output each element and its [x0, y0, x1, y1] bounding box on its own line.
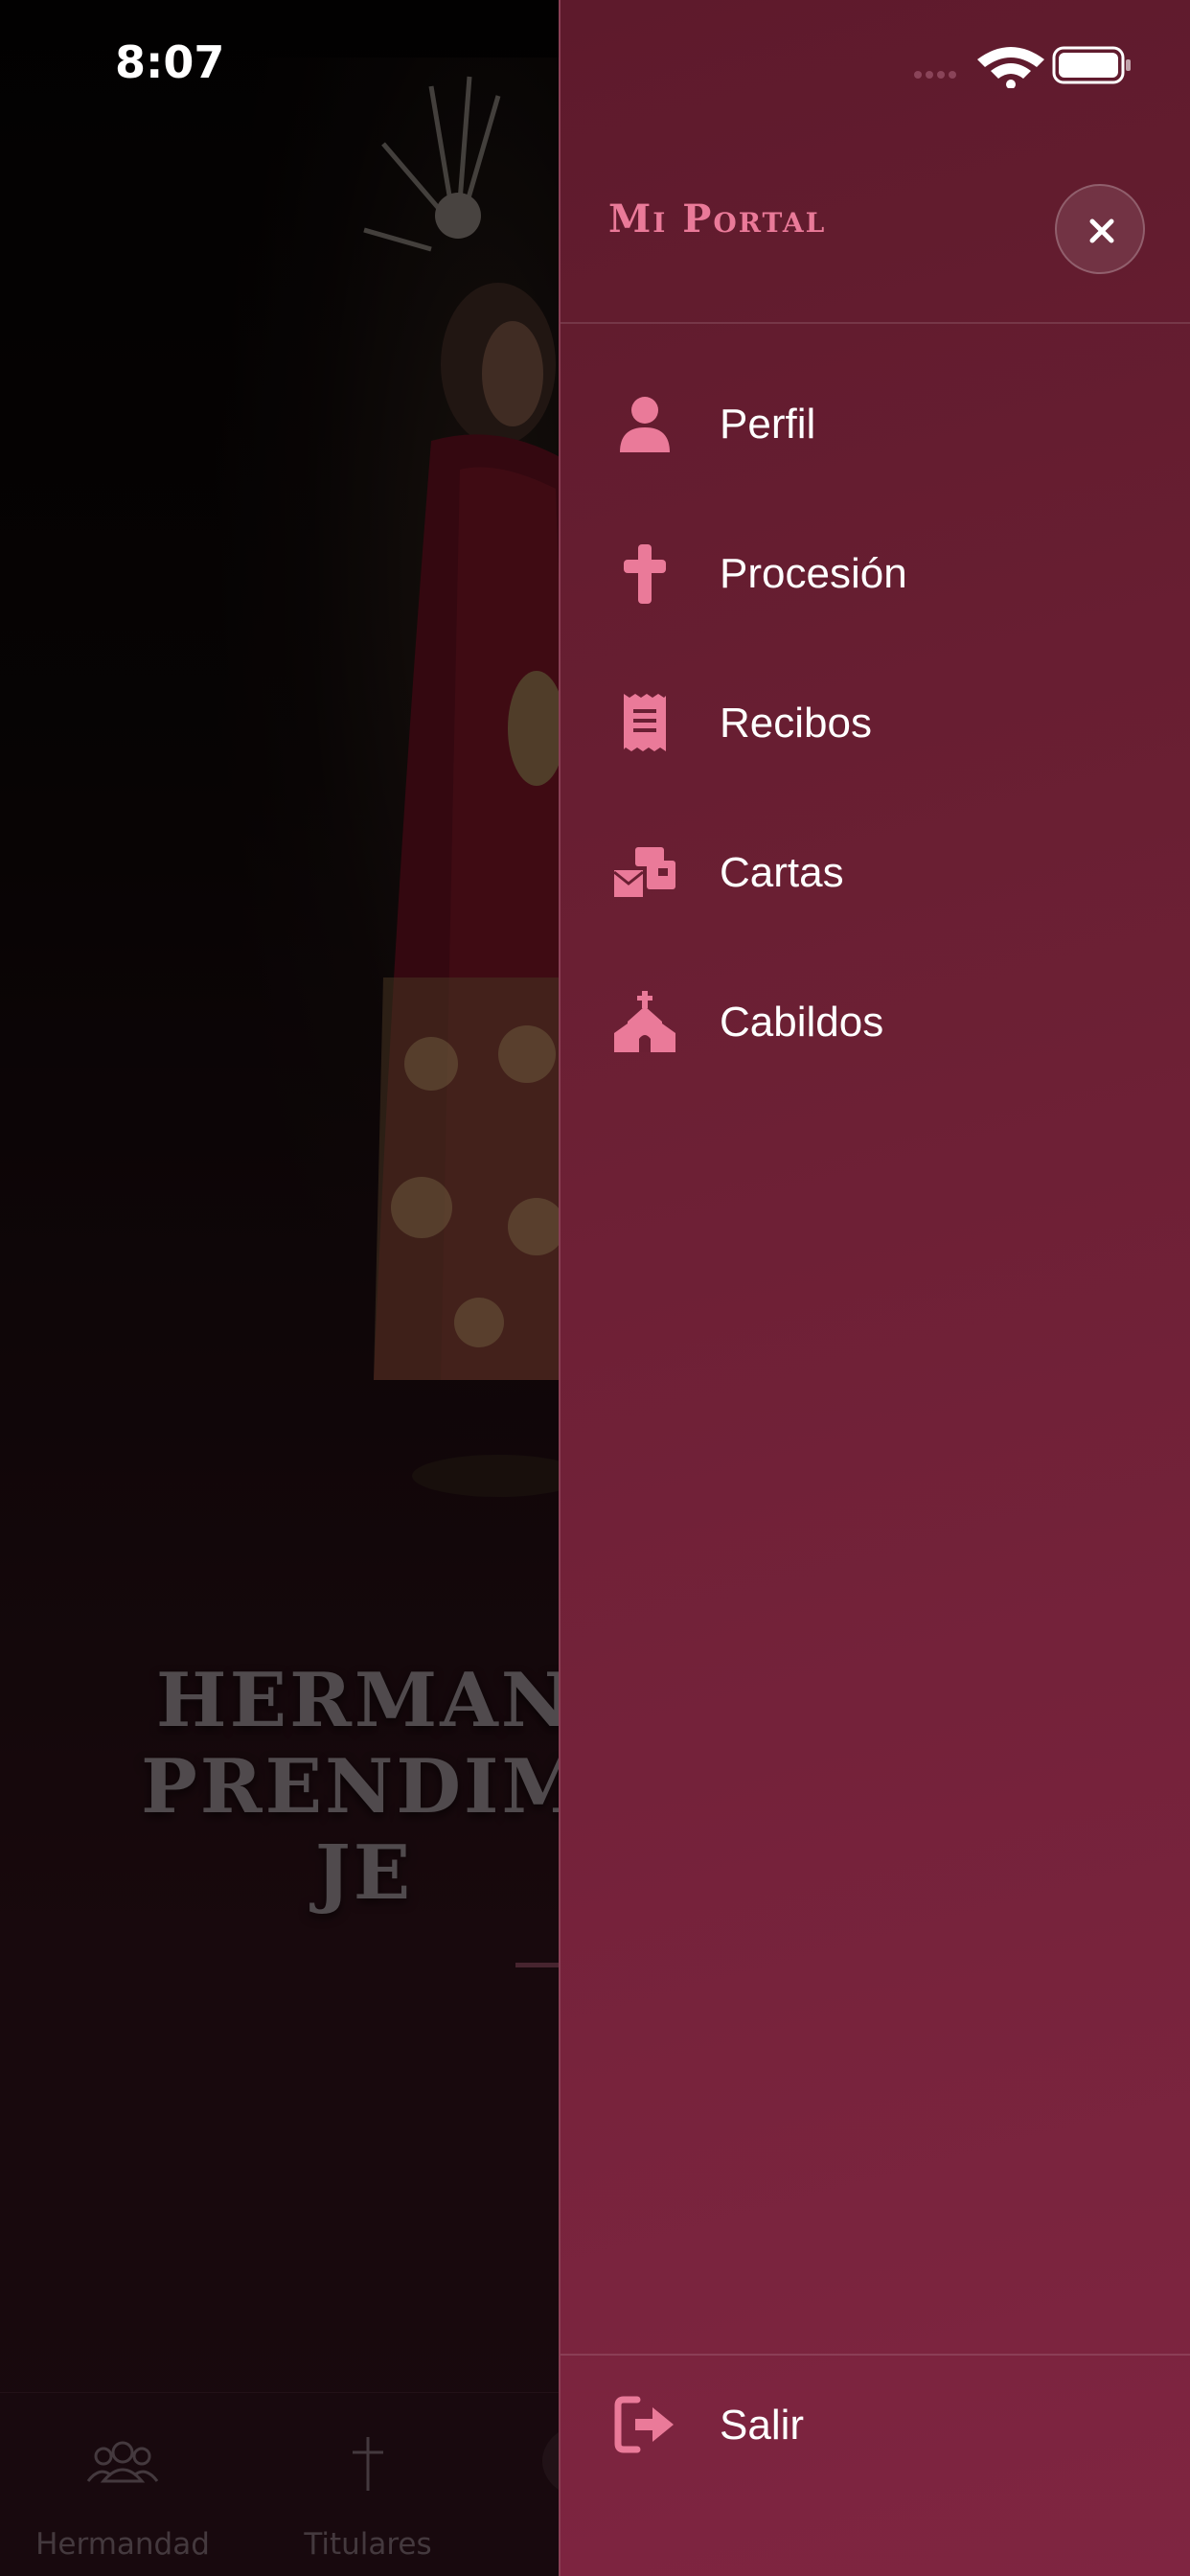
menu-item-label: Recibos — [720, 700, 872, 747]
menu-item-label: Cartas — [720, 849, 844, 896]
close-icon — [1089, 218, 1114, 243]
status-icons — [914, 46, 1131, 88]
sign-out-icon — [614, 2396, 674, 2453]
status-time: 8:07 — [115, 36, 225, 88]
menu-item-perfil[interactable]: Perfil — [561, 364, 1190, 479]
user-icon — [620, 397, 670, 452]
menu-item-label: Procesión — [720, 550, 907, 597]
menu-item-label: Perfil — [720, 401, 816, 448]
battery-icon — [1052, 46, 1131, 84]
drawer-divider — [561, 322, 1190, 324]
menu-item-label: Cabildos — [720, 999, 884, 1046]
drawer-title: Mi Portal — [608, 196, 827, 242]
close-button[interactable] — [1055, 184, 1145, 274]
side-drawer: Mi Portal Perfil Procesión Recibos Carta… — [559, 0, 1190, 2576]
drawer-divider — [561, 2354, 1190, 2356]
mail-bulk-icon — [614, 847, 675, 897]
background-overlay[interactable] — [0, 0, 560, 2576]
logout-label: Salir — [720, 2402, 805, 2449]
menu-item-cartas[interactable]: Cartas — [561, 813, 1190, 928]
menu-item-procesion[interactable]: Procesión — [561, 514, 1190, 629]
cross-icon — [624, 544, 666, 604]
menu-item-cabildos[interactable]: Cabildos — [561, 962, 1190, 1077]
wifi-icon — [977, 47, 1044, 88]
menu-item-recibos[interactable]: Recibos — [561, 663, 1190, 778]
church-icon — [614, 991, 675, 1052]
logout-button[interactable]: Salir — [561, 2365, 1190, 2480]
receipt-icon — [624, 694, 666, 751]
